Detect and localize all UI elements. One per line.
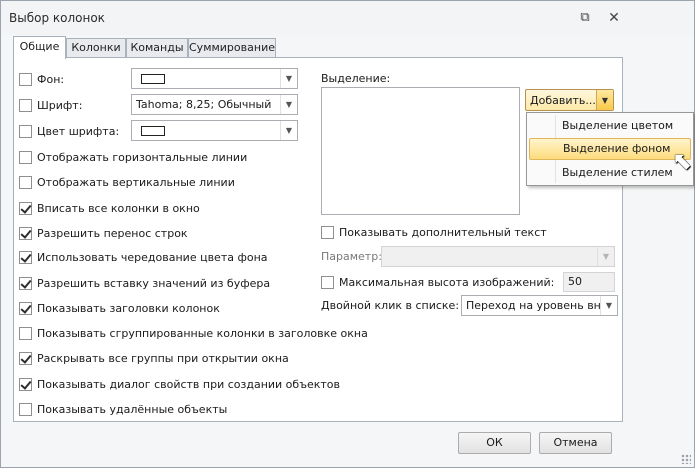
- show-extra-text-row[interactable]: Показывать дополнительный текст: [321, 223, 547, 241]
- max-image-height-row[interactable]: Максимальная высота изображений:: [321, 273, 554, 291]
- chevron-down-icon[interactable]: ▼: [597, 247, 614, 266]
- title-bar: Выбор колонок ⧉ ✕: [1, 1, 694, 35]
- option-checkbox-row[interactable]: Показывать заголовки колонок: [19, 299, 220, 317]
- resize-grip-icon[interactable]: [681, 454, 691, 464]
- menu-item-style[interactable]: Выделение стилем: [529, 162, 691, 184]
- parameter-combo[interactable]: ▼: [381, 246, 615, 267]
- tab-columns[interactable]: Колонки: [66, 38, 126, 58]
- option-checkbox[interactable]: [19, 250, 32, 264]
- option-checkbox[interactable]: [19, 326, 32, 340]
- font-color-combo[interactable]: ▼: [131, 120, 298, 141]
- option-checkbox[interactable]: [19, 301, 32, 315]
- tab-summation[interactable]: Суммирование: [188, 38, 276, 58]
- option-label: Разрешить вставку значений из буфера: [37, 276, 271, 290]
- background-swatch: [141, 73, 165, 84]
- option-checkbox-row[interactable]: Показывать сгруппированные колонки в заг…: [19, 324, 368, 342]
- font-color-swatch: [141, 125, 165, 136]
- restore-icon[interactable]: ⧉: [577, 10, 593, 26]
- background-label: Фон:: [37, 72, 65, 86]
- option-label: Отображать вертикальные линии: [37, 175, 235, 189]
- option-checkbox-row[interactable]: Разрешить перенос строк: [19, 224, 188, 242]
- font-value: Tahoma; 8,25; Обычный: [136, 98, 272, 111]
- chevron-down-icon[interactable]: ▼: [280, 95, 297, 114]
- option-checkbox-row[interactable]: Разрешить вставку значений из буфера: [19, 274, 270, 292]
- option-checkbox-row[interactable]: Показывать диалог свойств при создании о…: [19, 375, 340, 393]
- option-label: Показывать заголовки колонок: [37, 301, 220, 315]
- option-checkbox-row[interactable]: Отображать горизонтальные линии: [19, 148, 247, 166]
- chevron-down-icon[interactable]: ▼: [280, 69, 297, 88]
- option-checkbox[interactable]: [19, 402, 32, 416]
- close-icon[interactable]: ✕: [606, 10, 622, 26]
- font-checkbox[interactable]: [19, 98, 32, 112]
- cancel-button[interactable]: Отмена: [539, 432, 612, 454]
- chevron-down-icon[interactable]: ▼: [596, 90, 613, 110]
- option-checkbox[interactable]: [19, 226, 32, 240]
- option-checkbox[interactable]: [19, 201, 32, 215]
- option-label: Разрешить перенос строк: [37, 226, 188, 240]
- option-checkbox[interactable]: [19, 150, 32, 164]
- selection-label: Выделение:: [321, 72, 391, 85]
- selection-dropdown-menu: Выделение цветом Выделение фоном Выделен…: [526, 112, 694, 186]
- option-checkbox[interactable]: [19, 351, 32, 365]
- background-color-combo[interactable]: ▼: [131, 68, 298, 89]
- font-color-checkbox-row[interactable]: Цвет шрифта:: [19, 122, 119, 140]
- option-checkbox-row[interactable]: Показывать удалённые объекты: [19, 400, 227, 418]
- show-extra-text-label: Показывать дополнительный текст: [339, 225, 547, 239]
- font-checkbox-row[interactable]: Шрифт:: [19, 96, 82, 114]
- menu-item-background[interactable]: Выделение фоном: [529, 138, 691, 160]
- chevron-down-icon[interactable]: ▼: [280, 121, 297, 140]
- mouse-cursor-icon: ⬉: [672, 147, 693, 175]
- double-click-combo[interactable]: Переход на уровень вниз ▼: [461, 295, 618, 316]
- option-label: Показывать сгруппированные колонки в заг…: [37, 326, 368, 340]
- option-label: Использовать чередование цвета фона: [37, 250, 268, 264]
- ok-button[interactable]: ОК: [458, 432, 531, 454]
- tab-commands[interactable]: Команды: [126, 38, 188, 58]
- max-image-height-checkbox[interactable]: [321, 275, 334, 289]
- option-checkbox-row[interactable]: Вписать все колонки в окно: [19, 199, 200, 217]
- option-label: Показывать диалог свойств при создании о…: [37, 377, 341, 391]
- option-checkbox-row[interactable]: Раскрывать все группы при открытии окна: [19, 349, 289, 367]
- option-checkbox[interactable]: [19, 276, 32, 290]
- double-click-value: Переход на уровень вниз: [466, 299, 600, 312]
- double-click-label: Двойной клик в списке:: [321, 299, 460, 312]
- option-checkbox-row[interactable]: Использовать чередование цвета фона: [19, 248, 268, 266]
- option-checkbox-row[interactable]: Отображать вертикальные линии: [19, 173, 235, 191]
- option-label: Отображать горизонтальные линии: [37, 150, 248, 164]
- max-image-height-label: Максимальная высота изображений:: [339, 275, 555, 289]
- add-selection-label: Добавить...: [530, 93, 596, 107]
- background-checkbox-row[interactable]: Фон:: [19, 70, 64, 88]
- chevron-down-icon[interactable]: ▼: [600, 296, 617, 315]
- option-label: Показывать удалённые объекты: [37, 402, 228, 416]
- max-image-height-input[interactable]: 50: [563, 272, 615, 292]
- background-checkbox[interactable]: [19, 72, 32, 86]
- window-title: Выбор колонок: [9, 11, 105, 25]
- menu-item-color[interactable]: Выделение цветом: [529, 115, 691, 137]
- option-checkbox[interactable]: [19, 175, 32, 189]
- font-combo[interactable]: Tahoma; 8,25; Обычный ▼: [131, 94, 298, 115]
- font-color-checkbox[interactable]: [19, 124, 32, 138]
- option-label: Вписать все колонки в окно: [37, 201, 200, 215]
- option-checkbox[interactable]: [19, 377, 32, 391]
- tab-general[interactable]: Общие: [13, 36, 66, 59]
- dialog-window: Выбор колонок ⧉ ✕ Общие Колонки Команды …: [0, 0, 695, 468]
- option-label: Раскрывать все группы при открытии окна: [37, 351, 289, 365]
- parameter-label: Параметр:: [321, 250, 382, 263]
- font-color-label: Цвет шрифта:: [37, 124, 120, 138]
- font-label: Шрифт:: [37, 98, 83, 112]
- selection-list[interactable]: [321, 87, 520, 215]
- show-extra-text-checkbox[interactable]: [321, 225, 334, 239]
- add-selection-button[interactable]: Добавить... ▼: [525, 89, 614, 111]
